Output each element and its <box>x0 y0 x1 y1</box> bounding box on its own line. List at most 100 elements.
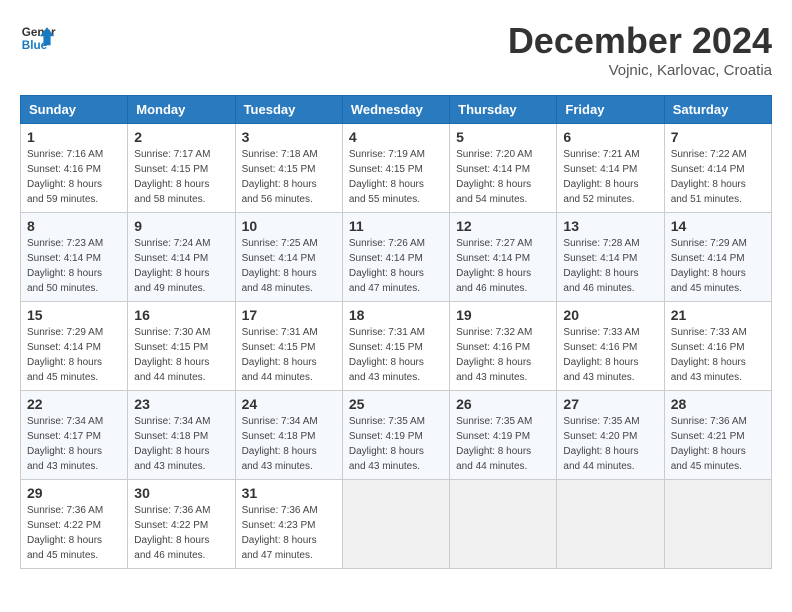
calendar-cell: 3 Sunrise: 7:18 AMSunset: 4:15 PMDayligh… <box>235 124 342 213</box>
weekday-header-sunday: Sunday <box>21 96 128 124</box>
day-info: Sunrise: 7:26 AMSunset: 4:14 PMDaylight:… <box>349 238 425 294</box>
day-info: Sunrise: 7:34 AMSunset: 4:18 PMDaylight:… <box>134 416 210 472</box>
calendar-week-row: 29 Sunrise: 7:36 AMSunset: 4:22 PMDaylig… <box>21 480 772 569</box>
day-info: Sunrise: 7:29 AMSunset: 4:14 PMDaylight:… <box>27 327 103 383</box>
day-info: Sunrise: 7:20 AMSunset: 4:14 PMDaylight:… <box>456 149 532 205</box>
calendar-week-row: 15 Sunrise: 7:29 AMSunset: 4:14 PMDaylig… <box>21 302 772 391</box>
day-number: 15 <box>27 307 121 323</box>
day-number: 9 <box>134 218 228 234</box>
logo-icon: General Blue <box>20 20 56 56</box>
day-info: Sunrise: 7:34 AMSunset: 4:17 PMDaylight:… <box>27 416 103 472</box>
calendar-cell: 2 Sunrise: 7:17 AMSunset: 4:15 PMDayligh… <box>128 124 235 213</box>
weekday-header-monday: Monday <box>128 96 235 124</box>
day-info: Sunrise: 7:35 AMSunset: 4:19 PMDaylight:… <box>456 416 532 472</box>
day-number: 2 <box>134 129 228 145</box>
day-number: 18 <box>349 307 443 323</box>
weekday-header-thursday: Thursday <box>450 96 557 124</box>
calendar-cell: 14 Sunrise: 7:29 AMSunset: 4:14 PMDaylig… <box>664 213 771 302</box>
day-info: Sunrise: 7:19 AMSunset: 4:15 PMDaylight:… <box>349 149 425 205</box>
calendar-cell: 26 Sunrise: 7:35 AMSunset: 4:19 PMDaylig… <box>450 391 557 480</box>
month-title: December 2024 <box>508 20 772 62</box>
calendar-cell <box>664 480 771 569</box>
calendar-week-row: 1 Sunrise: 7:16 AMSunset: 4:16 PMDayligh… <box>21 124 772 213</box>
day-info: Sunrise: 7:35 AMSunset: 4:19 PMDaylight:… <box>349 416 425 472</box>
day-info: Sunrise: 7:25 AMSunset: 4:14 PMDaylight:… <box>242 238 318 294</box>
day-number: 23 <box>134 396 228 412</box>
calendar-cell <box>557 480 664 569</box>
calendar-cell: 9 Sunrise: 7:24 AMSunset: 4:14 PMDayligh… <box>128 213 235 302</box>
day-info: Sunrise: 7:31 AMSunset: 4:15 PMDaylight:… <box>349 327 425 383</box>
day-number: 31 <box>242 485 336 501</box>
day-number: 13 <box>563 218 657 234</box>
day-info: Sunrise: 7:36 AMSunset: 4:23 PMDaylight:… <box>242 505 318 561</box>
calendar-cell: 4 Sunrise: 7:19 AMSunset: 4:15 PMDayligh… <box>342 124 449 213</box>
calendar-cell: 6 Sunrise: 7:21 AMSunset: 4:14 PMDayligh… <box>557 124 664 213</box>
weekday-header-saturday: Saturday <box>664 96 771 124</box>
day-info: Sunrise: 7:36 AMSunset: 4:21 PMDaylight:… <box>671 416 747 472</box>
calendar-cell: 29 Sunrise: 7:36 AMSunset: 4:22 PMDaylig… <box>21 480 128 569</box>
day-info: Sunrise: 7:24 AMSunset: 4:14 PMDaylight:… <box>134 238 210 294</box>
calendar-cell: 7 Sunrise: 7:22 AMSunset: 4:14 PMDayligh… <box>664 124 771 213</box>
day-info: Sunrise: 7:36 AMSunset: 4:22 PMDaylight:… <box>134 505 210 561</box>
day-info: Sunrise: 7:27 AMSunset: 4:14 PMDaylight:… <box>456 238 532 294</box>
calendar-week-row: 8 Sunrise: 7:23 AMSunset: 4:14 PMDayligh… <box>21 213 772 302</box>
day-number: 10 <box>242 218 336 234</box>
calendar-week-row: 22 Sunrise: 7:34 AMSunset: 4:17 PMDaylig… <box>21 391 772 480</box>
day-number: 28 <box>671 396 765 412</box>
day-number: 1 <box>27 129 121 145</box>
logo: General Blue <box>20 20 56 56</box>
day-number: 17 <box>242 307 336 323</box>
calendar-cell: 23 Sunrise: 7:34 AMSunset: 4:18 PMDaylig… <box>128 391 235 480</box>
weekday-header-tuesday: Tuesday <box>235 96 342 124</box>
day-number: 4 <box>349 129 443 145</box>
day-info: Sunrise: 7:16 AMSunset: 4:16 PMDaylight:… <box>27 149 103 205</box>
calendar-cell: 12 Sunrise: 7:27 AMSunset: 4:14 PMDaylig… <box>450 213 557 302</box>
calendar-cell: 16 Sunrise: 7:30 AMSunset: 4:15 PMDaylig… <box>128 302 235 391</box>
calendar-cell: 25 Sunrise: 7:35 AMSunset: 4:19 PMDaylig… <box>342 391 449 480</box>
day-number: 25 <box>349 396 443 412</box>
calendar-header-row: SundayMondayTuesdayWednesdayThursdayFrid… <box>21 96 772 124</box>
day-number: 7 <box>671 129 765 145</box>
weekday-header-wednesday: Wednesday <box>342 96 449 124</box>
calendar-cell: 17 Sunrise: 7:31 AMSunset: 4:15 PMDaylig… <box>235 302 342 391</box>
day-number: 14 <box>671 218 765 234</box>
day-info: Sunrise: 7:22 AMSunset: 4:14 PMDaylight:… <box>671 149 747 205</box>
day-info: Sunrise: 7:28 AMSunset: 4:14 PMDaylight:… <box>563 238 639 294</box>
day-number: 27 <box>563 396 657 412</box>
location-subtitle: Vojnic, Karlovac, Croatia <box>508 62 772 79</box>
day-info: Sunrise: 7:33 AMSunset: 4:16 PMDaylight:… <box>563 327 639 383</box>
day-info: Sunrise: 7:35 AMSunset: 4:20 PMDaylight:… <box>563 416 639 472</box>
day-number: 12 <box>456 218 550 234</box>
day-info: Sunrise: 7:23 AMSunset: 4:14 PMDaylight:… <box>27 238 103 294</box>
weekday-header-friday: Friday <box>557 96 664 124</box>
calendar-cell: 1 Sunrise: 7:16 AMSunset: 4:16 PMDayligh… <box>21 124 128 213</box>
page-header: General Blue December 2024 Vojnic, Karlo… <box>20 20 772 79</box>
calendar-cell: 28 Sunrise: 7:36 AMSunset: 4:21 PMDaylig… <box>664 391 771 480</box>
day-number: 26 <box>456 396 550 412</box>
day-info: Sunrise: 7:18 AMSunset: 4:15 PMDaylight:… <box>242 149 318 205</box>
calendar-cell: 24 Sunrise: 7:34 AMSunset: 4:18 PMDaylig… <box>235 391 342 480</box>
day-info: Sunrise: 7:32 AMSunset: 4:16 PMDaylight:… <box>456 327 532 383</box>
day-number: 29 <box>27 485 121 501</box>
day-info: Sunrise: 7:30 AMSunset: 4:15 PMDaylight:… <box>134 327 210 383</box>
calendar-cell: 27 Sunrise: 7:35 AMSunset: 4:20 PMDaylig… <box>557 391 664 480</box>
day-info: Sunrise: 7:21 AMSunset: 4:14 PMDaylight:… <box>563 149 639 205</box>
calendar-cell: 8 Sunrise: 7:23 AMSunset: 4:14 PMDayligh… <box>21 213 128 302</box>
calendar-cell: 15 Sunrise: 7:29 AMSunset: 4:14 PMDaylig… <box>21 302 128 391</box>
day-info: Sunrise: 7:31 AMSunset: 4:15 PMDaylight:… <box>242 327 318 383</box>
day-number: 21 <box>671 307 765 323</box>
calendar-cell: 18 Sunrise: 7:31 AMSunset: 4:15 PMDaylig… <box>342 302 449 391</box>
day-number: 6 <box>563 129 657 145</box>
day-number: 8 <box>27 218 121 234</box>
title-block: December 2024 Vojnic, Karlovac, Croatia <box>508 20 772 79</box>
day-number: 5 <box>456 129 550 145</box>
calendar-body: 1 Sunrise: 7:16 AMSunset: 4:16 PMDayligh… <box>21 124 772 569</box>
day-info: Sunrise: 7:34 AMSunset: 4:18 PMDaylight:… <box>242 416 318 472</box>
calendar-cell: 19 Sunrise: 7:32 AMSunset: 4:16 PMDaylig… <box>450 302 557 391</box>
day-number: 24 <box>242 396 336 412</box>
day-number: 30 <box>134 485 228 501</box>
calendar-cell: 21 Sunrise: 7:33 AMSunset: 4:16 PMDaylig… <box>664 302 771 391</box>
calendar-table: SundayMondayTuesdayWednesdayThursdayFrid… <box>20 95 772 569</box>
day-info: Sunrise: 7:33 AMSunset: 4:16 PMDaylight:… <box>671 327 747 383</box>
calendar-cell: 13 Sunrise: 7:28 AMSunset: 4:14 PMDaylig… <box>557 213 664 302</box>
